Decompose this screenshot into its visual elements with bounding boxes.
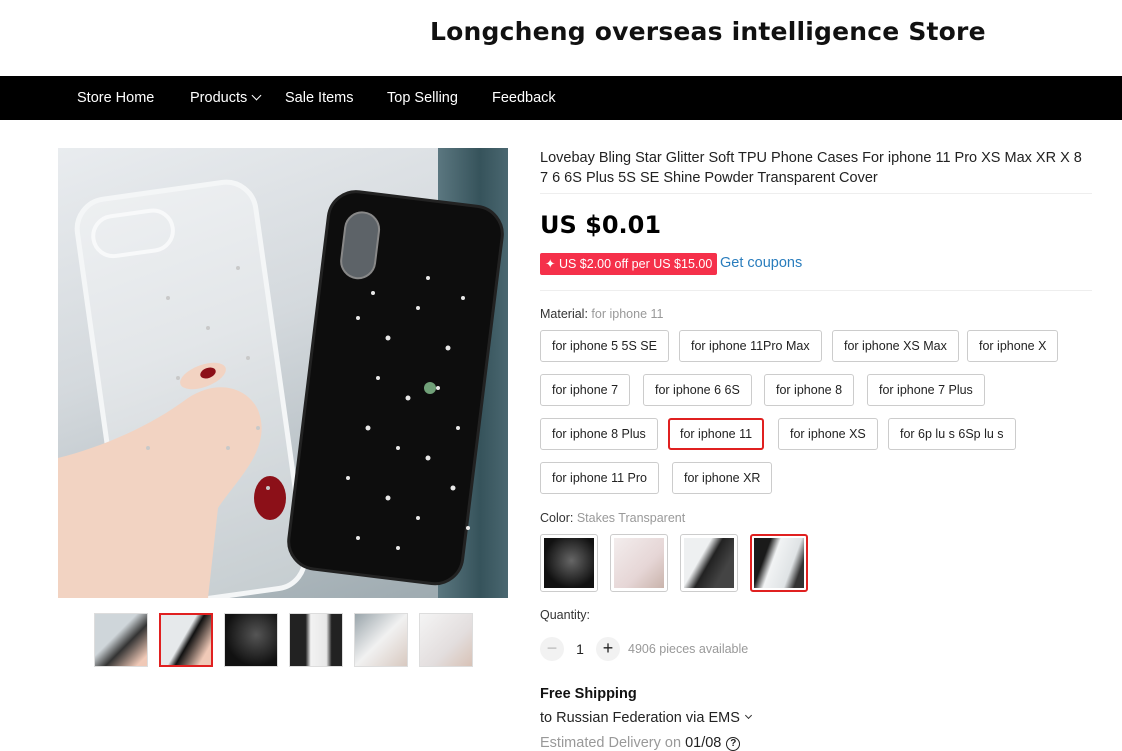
swatch-image — [684, 538, 734, 588]
material-option[interactable]: for iphone XS Max — [832, 330, 959, 362]
material-selected-value: for iphone 11 — [591, 307, 664, 321]
material-option-selected[interactable]: for iphone 11 — [668, 418, 765, 450]
material-option[interactable]: for iphone XS — [778, 418, 878, 450]
quantity-value[interactable]: 1 — [570, 641, 590, 657]
help-icon[interactable]: ? — [726, 737, 741, 751]
chevron-down-icon — [744, 711, 752, 720]
thumbnail-image-selected[interactable] — [159, 613, 213, 667]
material-option[interactable]: for iphone 8 Plus — [540, 418, 658, 450]
stock-available: 4906 pieces available — [628, 642, 749, 656]
nav-products[interactable]: Products — [190, 76, 262, 120]
phone-cases-illustration — [58, 179, 504, 598]
shipping-destination[interactable]: to Russian Federation via EMS — [540, 710, 752, 726]
coupon-badge: ✦ US $2.00 off per US $15.00 — [540, 253, 718, 275]
thumbnail-image[interactable] — [94, 613, 148, 667]
material-label: Material: for iphone 11 — [540, 307, 663, 321]
material-option[interactable]: for iphone 8 — [764, 374, 855, 406]
store-title: Longcheng overseas intelligence Store — [430, 17, 986, 46]
shipping-title: Free Shipping — [540, 686, 637, 702]
material-option[interactable]: for iphone 7 Plus — [867, 374, 985, 406]
material-option[interactable]: for iphone XR — [672, 462, 773, 494]
swatch-image — [754, 538, 804, 588]
shipping-destination-text: to Russian Federation via EMS — [540, 710, 740, 726]
quantity-increase-button[interactable]: + — [596, 637, 620, 661]
material-option[interactable]: for 6p lu s 6Sp lu s — [888, 418, 1016, 450]
color-swatch[interactable] — [540, 534, 598, 592]
color-swatch[interactable] — [610, 534, 668, 592]
product-main-image[interactable] — [58, 148, 508, 598]
thumbnail-image[interactable] — [354, 613, 408, 667]
material-label-text: Material: — [540, 307, 588, 321]
chevron-down-icon — [251, 90, 262, 101]
quantity-label: Quantity: — [540, 608, 591, 622]
material-option[interactable]: for iphone 6 6S — [643, 374, 752, 406]
estimated-delivery-date: 01/08 — [685, 735, 722, 751]
divider — [540, 193, 1092, 194]
nav-top-selling[interactable]: Top Selling — [387, 76, 458, 120]
thumbnail-image[interactable] — [289, 613, 343, 667]
swatch-image — [544, 538, 594, 588]
material-option[interactable]: for iphone 7 — [540, 374, 631, 406]
color-swatch[interactable] — [680, 534, 738, 592]
material-option[interactable]: for iphone X — [967, 330, 1059, 362]
estimated-delivery-label: Estimated Delivery on — [540, 735, 682, 751]
swatch-image — [614, 538, 664, 588]
get-coupons-link[interactable]: Get coupons — [720, 255, 802, 271]
divider — [540, 290, 1092, 291]
color-label-text: Color: — [540, 511, 574, 525]
product-price: US $0.01 — [540, 211, 662, 239]
quantity-decrease-button[interactable]: − — [540, 637, 564, 661]
nav-products-label: Products — [190, 90, 248, 106]
color-label: Color: Stakes Transparent — [540, 511, 685, 525]
nav-sale-items[interactable]: Sale Items — [285, 76, 354, 120]
thumbnail-image[interactable] — [419, 613, 473, 667]
material-option[interactable]: for iphone 5 5S SE — [540, 330, 669, 362]
nav-store-home[interactable]: Store Home — [77, 76, 154, 120]
material-option[interactable]: for iphone 11 Pro — [540, 462, 659, 494]
color-selected-value: Stakes Transparent — [576, 511, 686, 525]
material-option[interactable]: for iphone 11Pro Max — [679, 330, 822, 362]
store-header: Longcheng overseas intelligence Store — [0, 0, 1122, 76]
store-navbar: Store Home Products Sale Items Top Selli… — [0, 76, 1122, 120]
thumbnail-image[interactable] — [224, 613, 278, 667]
product-title: Lovebay Bling Star Glitter Soft TPU Phon… — [540, 150, 1082, 186]
nav-feedback[interactable]: Feedback — [492, 76, 556, 120]
estimated-delivery: Estimated Delivery on 01/08? — [540, 735, 741, 751]
color-swatch-selected[interactable] — [750, 534, 808, 592]
